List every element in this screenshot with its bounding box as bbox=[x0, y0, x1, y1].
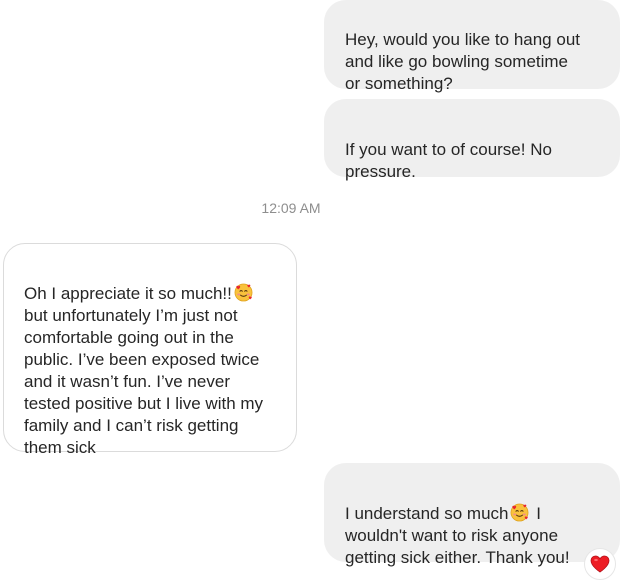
message-bubble-sent[interactable]: I understand so much I wouldn't want to … bbox=[324, 463, 620, 567]
smiling-face-with-hearts-icon bbox=[234, 283, 253, 302]
message-text: Oh I appreciate it so much!! bbox=[24, 284, 232, 303]
message-bubble-sent[interactable]: If you want to of course! No pressure. bbox=[324, 99, 620, 181]
message-text: but unfortunately I’m just not comfortab… bbox=[24, 306, 264, 457]
message-bubble-received[interactable]: Oh I appreciate it so much!! but unfortu… bbox=[3, 243, 297, 457]
smiling-face-with-hearts-icon bbox=[511, 503, 529, 522]
heart-reaction[interactable] bbox=[584, 548, 616, 580]
heart-icon bbox=[590, 555, 610, 573]
message-text: Hey, would you like to hang out and like… bbox=[345, 30, 580, 93]
message-text: I understand so much bbox=[345, 504, 509, 523]
message-text: If you want to of course! No pressure. bbox=[345, 140, 552, 181]
message-bubble-sent[interactable]: Hey, would you like to hang out and like… bbox=[324, 0, 620, 93]
message-timestamp: 12:09 AM bbox=[261, 200, 321, 216]
